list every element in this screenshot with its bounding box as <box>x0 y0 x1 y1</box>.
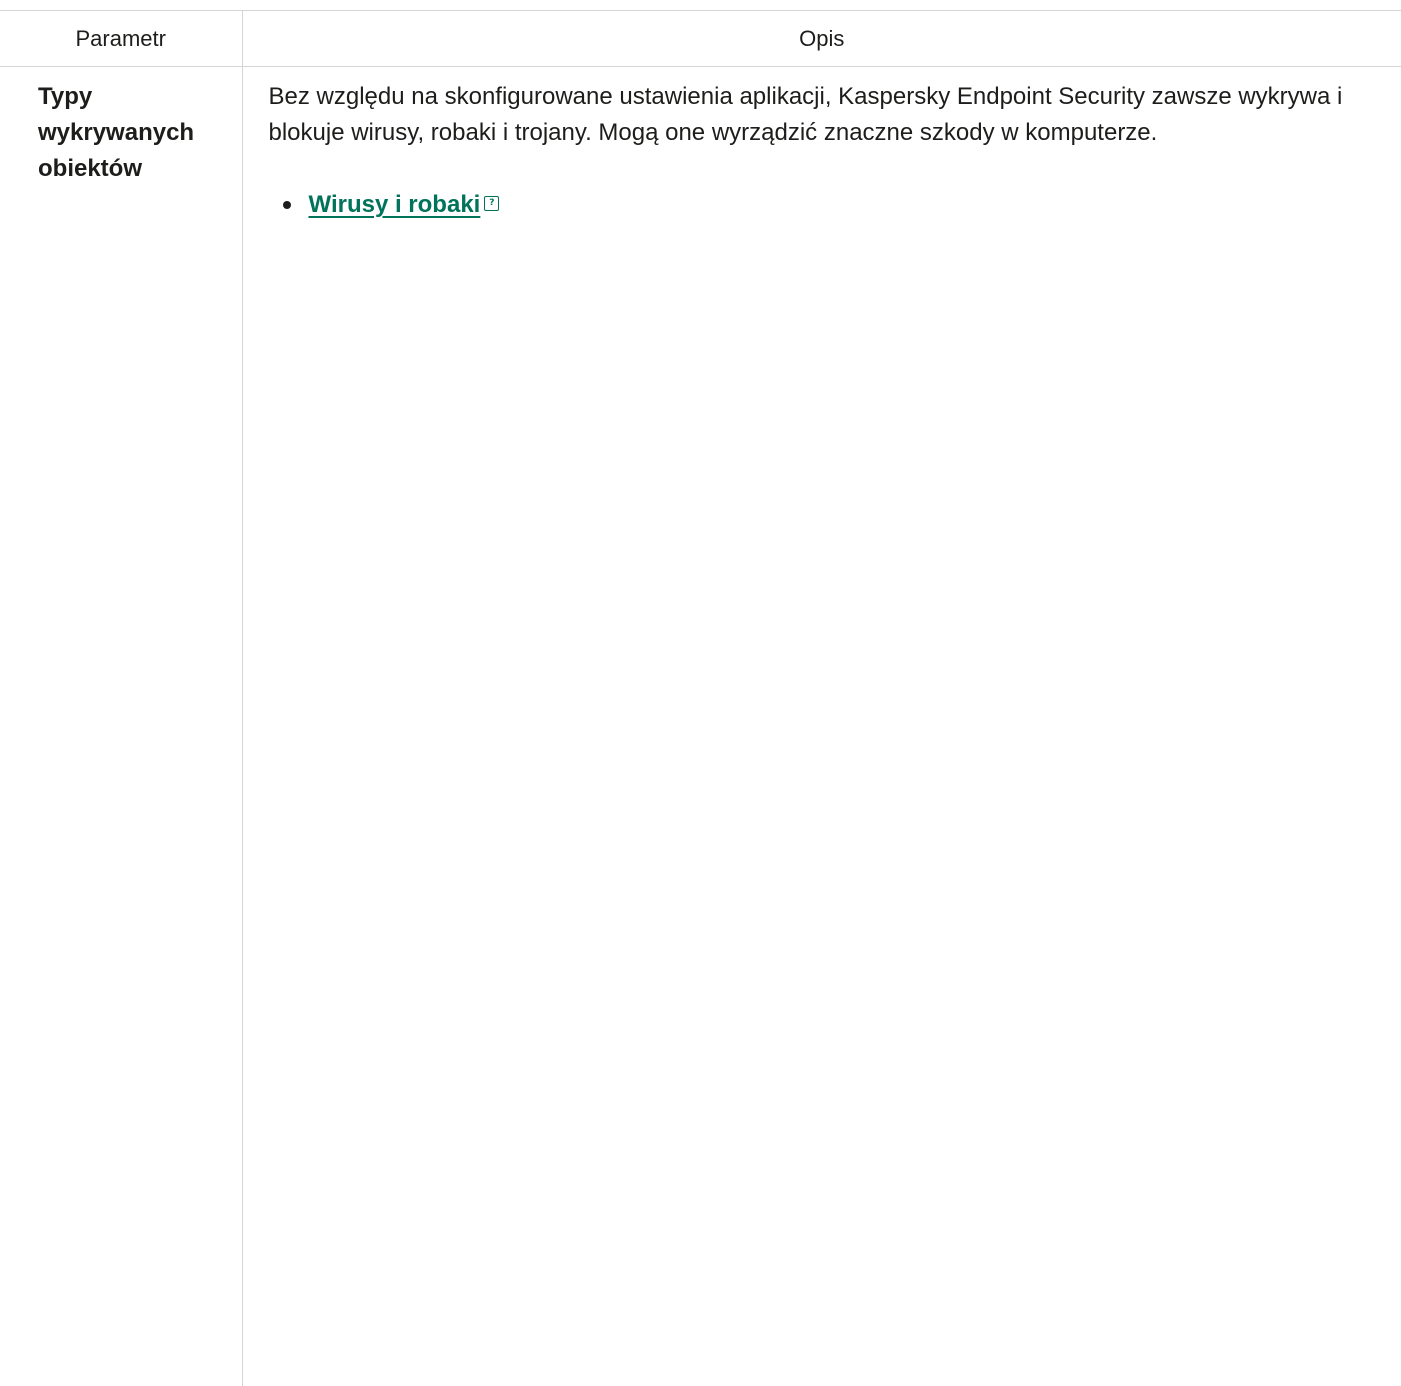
parameter-description: Bez względu na skonfigurowane ustawienia… <box>268 83 1343 146</box>
help-page: Parametr Opis Typy wykrywanych obiektów … <box>0 0 1401 1386</box>
bullet-icon <box>282 201 291 209</box>
parameter-name: Typy wykrywanych obiektów <box>0 66 243 1386</box>
list-item: Wirusy i robaki? <box>282 187 1362 223</box>
threat-link-viruses-worms[interactable]: Wirusy i robaki <box>309 191 481 218</box>
header-parametr: Parametr <box>0 10 243 67</box>
help-expand-icon[interactable]: ? <box>484 196 500 212</box>
parameter-description-cell: Bez względu na skonfigurowane ustawienia… <box>241 66 1401 1386</box>
parameters-table: Parametr Opis Typy wykrywanych obiektów … <box>0 10 1401 1386</box>
table-header-row: Parametr Opis <box>0 10 1401 67</box>
table-row: Typy wykrywanych obiektów Bez względu na… <box>0 66 1401 1386</box>
clipped-top-text <box>0 0 1401 10</box>
threat-types-list: Wirusy i robaki? <box>269 187 1362 223</box>
header-opis: Opis <box>241 10 1401 67</box>
